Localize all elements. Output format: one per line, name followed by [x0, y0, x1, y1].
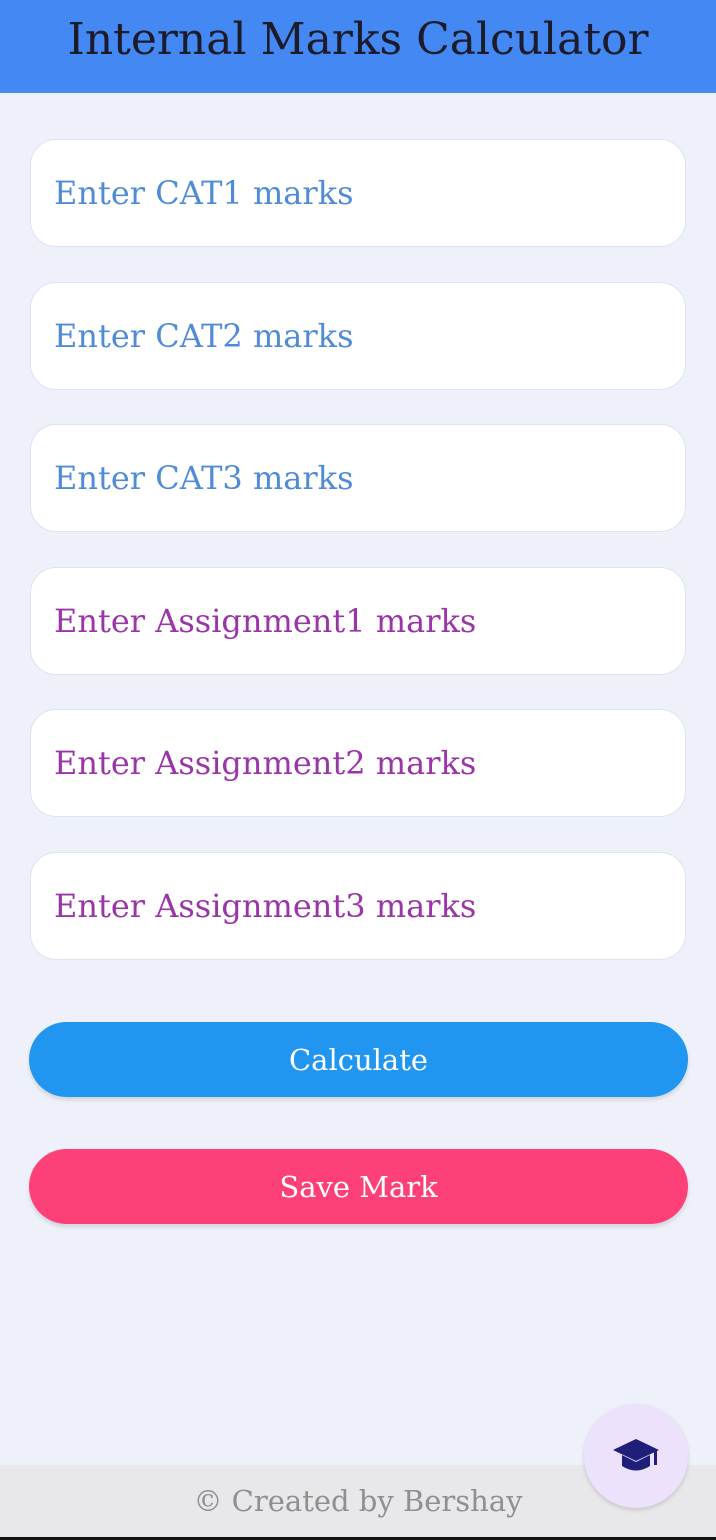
calculate-button[interactable]: Calculate — [29, 1022, 688, 1097]
cat3-input[interactable] — [31, 425, 685, 531]
cat2-field[interactable] — [30, 282, 686, 390]
footer-credit: © Created by Bershay — [193, 1484, 523, 1518]
assignment1-input[interactable] — [31, 568, 685, 674]
cat1-input[interactable] — [31, 140, 685, 246]
assignment3-field[interactable] — [30, 852, 686, 960]
assignment2-field[interactable] — [30, 709, 686, 817]
cat1-field[interactable] — [30, 139, 686, 247]
save-mark-button[interactable]: Save Mark — [29, 1149, 688, 1224]
page-title: Internal Marks Calculator — [67, 14, 649, 65]
assignment2-input[interactable] — [31, 710, 685, 816]
cat2-input[interactable] — [31, 283, 685, 389]
assignment3-input[interactable] — [31, 853, 685, 959]
graduation-fab-button[interactable] — [584, 1404, 688, 1508]
app-bar: Internal Marks Calculator — [0, 0, 716, 93]
assignment1-field[interactable] — [30, 567, 686, 675]
cat3-field[interactable] — [30, 424, 686, 532]
graduation-cap-icon — [613, 1439, 659, 1471]
